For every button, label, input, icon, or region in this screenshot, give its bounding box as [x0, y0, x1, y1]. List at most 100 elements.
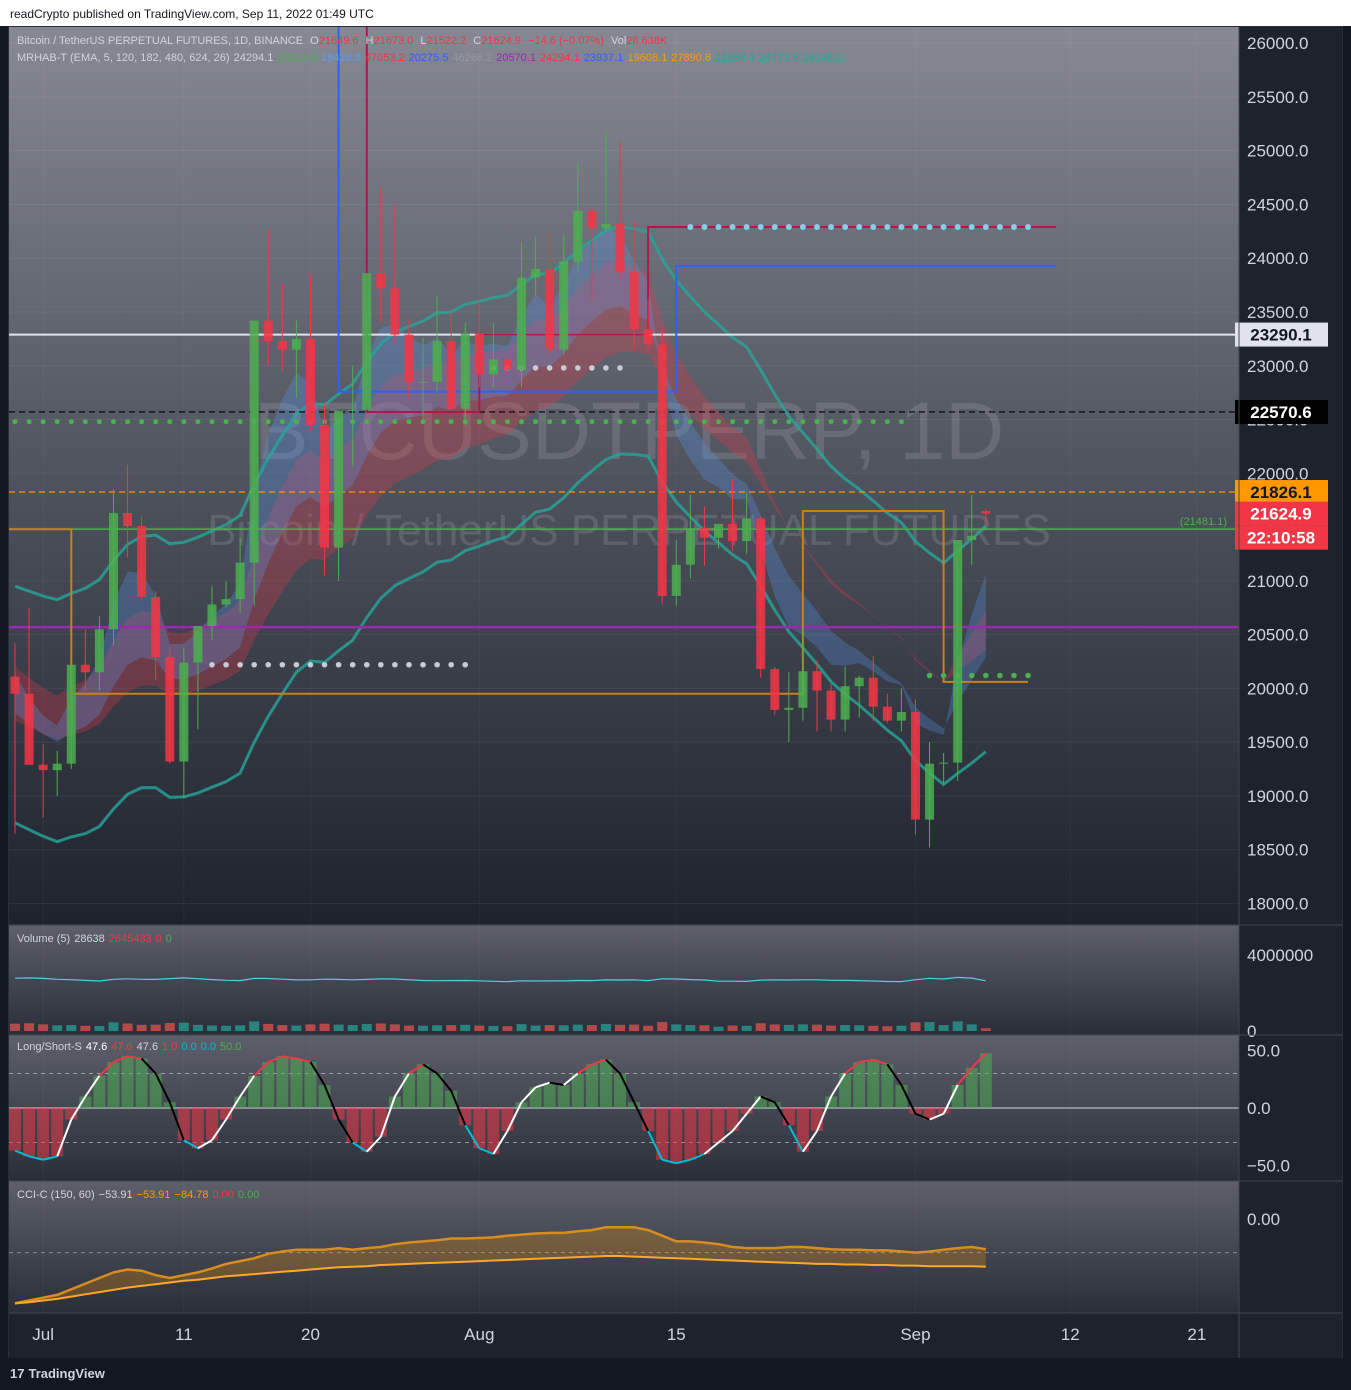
candle-body [249, 320, 259, 563]
dotted-level [532, 365, 539, 371]
price-tick-label: 24500.0 [1247, 195, 1308, 214]
ls-histogram-bar [557, 1085, 570, 1108]
dotted-level [982, 224, 989, 231]
volume-bar [164, 1023, 175, 1031]
volume-bar [980, 1028, 991, 1031]
volume-bar [966, 1024, 977, 1031]
volume-bar [305, 1024, 316, 1031]
candle-body [165, 657, 175, 762]
dotted-level [842, 419, 848, 425]
candle-body [502, 359, 512, 371]
volume-bar [108, 1022, 119, 1031]
dotted-level [420, 419, 426, 425]
candle-body [728, 523, 738, 542]
price-tick-label: 25500.0 [1247, 88, 1308, 107]
dotted-level [476, 419, 482, 425]
volume-bar [657, 1022, 668, 1031]
candle-body [784, 707, 794, 710]
dotted-level [884, 224, 891, 231]
ls-histogram-bar [121, 1056, 134, 1108]
ls-histogram-bar [951, 1085, 964, 1108]
dotted-level [912, 224, 919, 231]
volume-bar [558, 1025, 569, 1031]
candle-body [910, 712, 920, 820]
candle-body [868, 677, 878, 707]
ls-histogram-bar [726, 1108, 739, 1131]
candle-body [137, 526, 147, 597]
dotted-level [729, 224, 736, 231]
volume-bar [10, 1023, 20, 1031]
candle-body [798, 671, 808, 708]
legend_ind-value: 24294.1 [539, 52, 580, 64]
ls_pane-value: 0.0 [200, 1041, 216, 1053]
ls-histogram-bar [684, 1108, 697, 1160]
ls-histogram-bar [135, 1058, 148, 1108]
ls-histogram-bar [262, 1062, 275, 1108]
volume-bar [811, 1024, 822, 1031]
volume-bar [319, 1023, 330, 1031]
price-tick-label: 20000.0 [1247, 679, 1308, 698]
candle-body [390, 288, 400, 335]
candle-body [925, 763, 935, 820]
tradingview-logo[interactable]: 17 TradingView [10, 1366, 105, 1381]
candle-body [66, 664, 76, 764]
candle-body [404, 334, 414, 382]
candle-body [643, 329, 653, 345]
cci_pane-value: 0.00 [212, 1189, 234, 1201]
dotted-level [82, 419, 88, 425]
main-legend[interactable]: Bitcoin / TetherUS PERPETUAL FUTURES, 1D… [17, 35, 671, 47]
dotted-level [617, 365, 623, 371]
ls-histogram-bar [698, 1108, 711, 1154]
legend_ind-value: 20122.5 [277, 52, 318, 64]
dotted-level [856, 224, 863, 231]
cci_pane-value: −53.91 [98, 1189, 133, 1201]
dotted-level [813, 224, 820, 231]
candle-body [179, 662, 189, 762]
candle-body [263, 320, 273, 342]
volume-bar [713, 1026, 724, 1031]
volume-tick-label: 4000000 [1247, 946, 1313, 965]
ls-histogram-bar [9, 1108, 21, 1151]
volume-legend[interactable]: Volume (5) 28638 2645433 0 0 [17, 933, 180, 945]
ls-histogram-bar [23, 1108, 36, 1157]
volume-bar [502, 1026, 513, 1031]
dotted-level [363, 661, 370, 668]
dotted-level [448, 419, 454, 425]
candle-body [573, 210, 583, 262]
volume-bar [586, 1025, 597, 1031]
dotted-level [167, 419, 173, 425]
ls_pane-value: 47.6 [111, 1041, 133, 1053]
volume-bar [840, 1025, 851, 1031]
chart-canvas[interactable]: BTCUSDTPERP, 1D Bitcoin / TetherUS PERPE… [0, 21, 1342, 1359]
candle-body [615, 223, 625, 273]
legend_ind-value: 46266.2 [452, 52, 493, 64]
dotted-level [420, 661, 426, 668]
legend-symbol: Bitcoin / TetherUS PERPETUAL FUTURES, 1D… [17, 35, 304, 47]
volume-bar [460, 1024, 471, 1031]
dotted-level [293, 661, 300, 668]
dotted-level [828, 419, 834, 425]
candle-body [517, 277, 527, 371]
legend-high: 21673.0 [373, 35, 414, 47]
dotted-level [968, 672, 975, 679]
dotted-level [519, 419, 525, 425]
candle-body [52, 763, 62, 771]
dotted-level [589, 365, 595, 371]
price-tick-label: 23500.0 [1247, 303, 1308, 322]
volume-bar [333, 1024, 344, 1031]
volume-bar [769, 1024, 780, 1031]
publish-bar: readCrypto published on TradingView.com,… [0, 0, 1351, 26]
candle-body [305, 338, 315, 425]
cci-legend[interactable]: CCI-C (150, 60) −53.91 −53.91 −84.78 0.00 0.0… [17, 1189, 267, 1201]
ls-legend[interactable]: Long/Short-S 47.6 47.6 47.6 1.0 0.0 0.0 50.0 [17, 1041, 249, 1053]
dotted-level [110, 419, 116, 425]
legend-change: −14.6 (−0.07%) [528, 35, 604, 47]
volume-bar [446, 1025, 457, 1031]
indicator-legend[interactable]: MRHAB-T (EMA, 5, 120, 182, 480, 624, 26)… [17, 52, 850, 64]
candle-body [123, 513, 133, 527]
volume-bar [797, 1024, 808, 1031]
volume-bar [375, 1023, 386, 1031]
level-line-label: (21481.1) [1180, 516, 1227, 528]
candle-body [742, 518, 752, 542]
dotted-level [1025, 672, 1031, 679]
